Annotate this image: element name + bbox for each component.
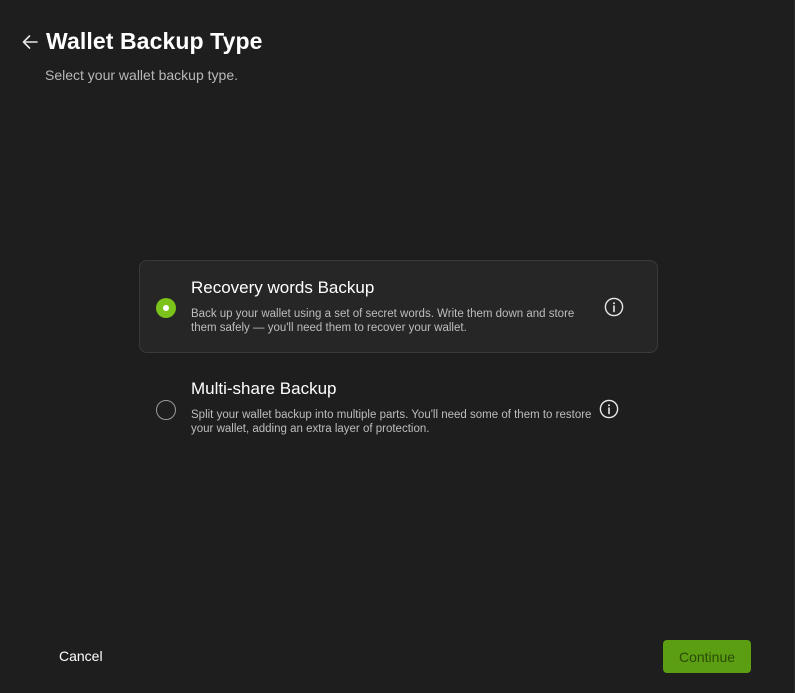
- page-title: Wallet Backup Type: [46, 28, 263, 54]
- option-recovery-words[interactable]: Recovery words Backup Back up your walle…: [139, 260, 658, 353]
- option-title: Recovery words Backup: [191, 278, 375, 297]
- continue-button[interactable]: Continue: [663, 640, 751, 673]
- info-icon[interactable]: [599, 399, 619, 419]
- arrow-left-icon: [22, 34, 38, 49]
- cancel-button[interactable]: Cancel: [59, 648, 103, 664]
- header: Wallet Backup Type: [20, 28, 263, 55]
- radio-selected[interactable]: [156, 298, 176, 318]
- option-title: Multi-share Backup: [191, 379, 337, 398]
- page-subtitle: Select your wallet backup type.: [45, 67, 238, 83]
- info-icon[interactable]: [604, 297, 624, 317]
- option-description: Back up your wallet using a set of secre…: [191, 308, 575, 334]
- radio-unselected[interactable]: [156, 400, 176, 420]
- option-multi-share[interactable]: Multi-share Backup Split your wallet bac…: [139, 361, 658, 453]
- backup-options: Recovery words Backup Back up your walle…: [139, 260, 658, 453]
- backup-type-window: Wallet Backup Type Select your wallet ba…: [0, 0, 795, 693]
- option-description: Split your wallet backup into multiple p…: [191, 409, 592, 435]
- back-button[interactable]: [20, 32, 40, 52]
